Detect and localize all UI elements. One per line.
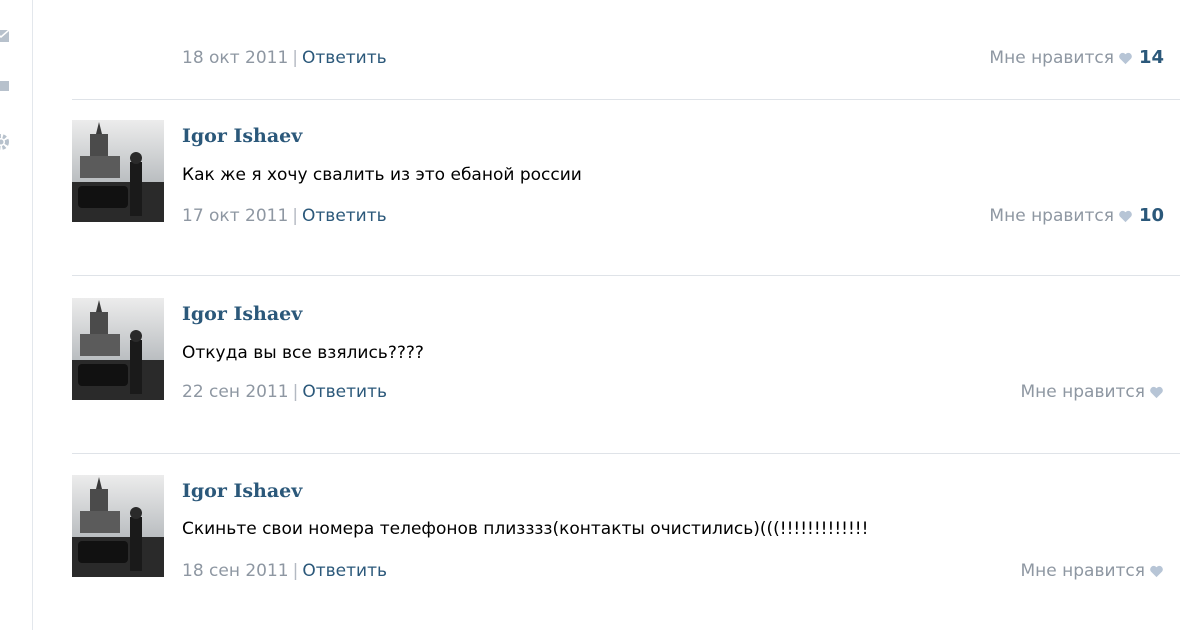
separator: | <box>292 206 299 226</box>
like-label: Мне нравится <box>1020 382 1145 402</box>
avatar[interactable] <box>72 298 164 400</box>
reply-link[interactable]: Ответить <box>302 48 387 68</box>
comment-date[interactable]: 22 сен 2011 <box>182 382 289 402</box>
author-name[interactable]: Igor Ishaev <box>182 479 302 503</box>
separator: | <box>292 561 299 581</box>
comment-date[interactable]: 17 окт 2011 <box>182 206 288 226</box>
comment-meta: 22 сен 2011 | Ответить <box>182 380 387 404</box>
avatar[interactable] <box>72 475 164 577</box>
divider <box>72 275 1180 276</box>
like-label: Мне нравится <box>989 48 1114 68</box>
divider <box>72 453 1180 454</box>
like-label: Мне нравится <box>989 206 1114 226</box>
avatar[interactable] <box>72 120 164 222</box>
envelope-icon[interactable] <box>0 26 11 46</box>
reply-link[interactable]: Ответить <box>302 382 387 402</box>
like-label: Мне нравится <box>1020 561 1145 581</box>
comment-meta: 18 сен 2011 | Ответить <box>182 559 387 583</box>
heart-icon <box>1150 386 1163 398</box>
author-name[interactable]: Igor Ishaev <box>182 302 302 326</box>
separator: | <box>292 48 299 68</box>
author-name[interactable]: Igor Ishaev <box>182 124 302 148</box>
reply-link[interactable]: Ответить <box>302 561 387 581</box>
left-sidebar-rail <box>0 0 33 630</box>
comment-text: Как же я хочу свалить из это ебаной росс… <box>182 165 582 185</box>
heart-icon <box>1119 210 1132 222</box>
heart-icon <box>1119 52 1132 64</box>
divider <box>72 99 1180 100</box>
comment-text: Откуда вы все взялись???? <box>182 343 424 363</box>
heart-icon <box>1150 565 1163 577</box>
speech-bubble-icon[interactable] <box>0 78 11 98</box>
comment-meta: 17 окт 2011 | Ответить <box>182 204 387 228</box>
like-count: 10 <box>1138 205 1164 226</box>
gear-icon[interactable] <box>0 132 11 152</box>
comment-meta: 18 окт 2011 | Ответить <box>182 46 387 70</box>
like-button[interactable]: Мне нравится <box>1020 559 1164 583</box>
like-button[interactable]: Мне нравится <box>1020 380 1164 404</box>
like-button[interactable]: Мне нравится 14 <box>989 46 1164 70</box>
like-count: 14 <box>1138 47 1164 68</box>
comment-date[interactable]: 18 сен 2011 <box>182 561 289 581</box>
comments-feed: 18 окт 2011 | Ответить Мне нравится 14 Igo… <box>72 0 1180 630</box>
comment-date[interactable]: 18 окт 2011 <box>182 48 288 68</box>
comment-text: Скиньте свои номера телефонов плизззз(ко… <box>182 519 869 539</box>
like-button[interactable]: Мне нравится 10 <box>989 204 1164 228</box>
separator: | <box>292 382 299 402</box>
reply-link[interactable]: Ответить <box>302 206 387 226</box>
